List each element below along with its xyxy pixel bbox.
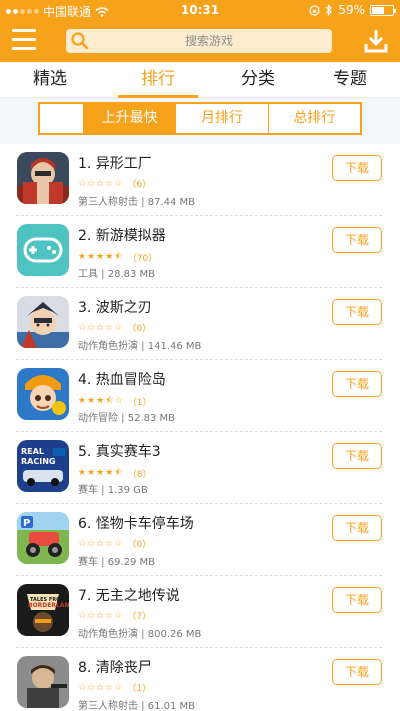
list-item[interactable]: 3. 波斯之刃 ☆☆☆☆☆ （0） 动作角色扮演 | 141.46 MB 下载 xyxy=(0,288,400,360)
list-item[interactable]: 2. 新游模拟器 ★★★★⯪ （70） 工具 | 28.83 MB 下载 xyxy=(0,216,400,288)
tab-topics[interactable]: 专题 xyxy=(300,62,400,98)
svg-text:REAL: REAL xyxy=(21,447,44,456)
app-title[interactable]: 5. 真实赛车3 xyxy=(78,441,161,461)
download-button[interactable]: 下载 xyxy=(332,371,382,397)
stars-glyphs: ★★★★⯪ xyxy=(78,468,124,478)
ranking-subtabs: 上升最快 月排行 总排行 xyxy=(38,102,362,135)
gamepad-icon[interactable] xyxy=(17,224,69,276)
stars-glyphs: ☆☆☆☆☆ xyxy=(78,178,124,189)
rating-count: （1） xyxy=(127,684,152,694)
list-item[interactable]: 1. 异形工厂 ☆☆☆☆☆ （6） 第三人称射击 | 87.44 MB 下载 xyxy=(0,144,400,216)
rating-count: （0） xyxy=(127,540,152,550)
search-input[interactable] xyxy=(66,29,332,53)
list-item[interactable]: 4. 热血冒险岛 ★★★⯪☆ （1） 动作冒险 | 52.83 MB 下载 xyxy=(0,360,400,432)
download-button[interactable]: 下载 xyxy=(332,659,382,685)
download-icon[interactable] xyxy=(364,28,388,54)
rating-count: （0） xyxy=(127,324,152,334)
list-item[interactable]: REAL RACING 5. 真实赛车3 ★★★★⯪ （8） 赛车 | 1.39 GB 下载 xyxy=(0,432,400,504)
bluetooth-icon xyxy=(325,4,333,16)
rating-stars-icon: ☆☆☆☆☆ （6） xyxy=(78,177,152,191)
rating-stars-icon: ★★★★⯪ （8） xyxy=(78,465,152,481)
app-meta: 动作冒险 | 52.83 MB xyxy=(78,413,176,424)
stars-glyphs: ★★★★⯪ xyxy=(78,252,124,262)
app-header xyxy=(0,20,400,62)
rating-count: （6） xyxy=(127,180,152,190)
app-meta: 第三人称射击 | 87.44 MB xyxy=(78,197,196,208)
adventure-island-icon[interactable] xyxy=(17,368,69,420)
rating-stars-icon: ☆☆☆☆☆ （1） xyxy=(78,681,152,695)
download-button[interactable]: 下载 xyxy=(332,299,382,325)
main-tabs: 精选 排行 分类 专题 xyxy=(0,62,400,98)
app-list: 1. 异形工厂 ☆☆☆☆☆ （6） 第三人称射击 | 87.44 MB 下载 2. 新游模… xyxy=(0,144,400,711)
tab-ranking[interactable]: 排行 xyxy=(100,62,216,98)
subtab-monthly[interactable]: 月排行 xyxy=(176,104,269,133)
subtab-spacer xyxy=(40,104,84,133)
app-title[interactable]: 2. 新游模拟器 xyxy=(78,225,166,245)
rating-stars-icon: ★★★⯪☆ （1） xyxy=(78,393,152,409)
svg-text:BORDERLANDS: BORDERLANDS xyxy=(28,602,69,609)
orientation-lock-icon xyxy=(309,4,320,16)
borderlands-icon[interactable]: TALES FROM THEBORDERLANDS xyxy=(17,584,69,636)
app-title[interactable]: 1. 异形工厂 xyxy=(78,153,152,173)
list-item[interactable]: 8. 清除丧尸 ☆☆☆☆☆ （1） 第三人称射击 | 61.01 MB 下载 xyxy=(0,648,400,711)
rating-stars-icon: ★★★★⯪ （70） xyxy=(78,249,157,265)
real-racing-icon[interactable]: REAL RACING xyxy=(17,440,69,492)
stars-glyphs: ☆☆☆☆☆ xyxy=(78,610,124,621)
app-title[interactable]: 3. 波斯之刃 xyxy=(78,297,152,317)
subtab-overall[interactable]: 总排行 xyxy=(269,104,360,133)
zombie-icon[interactable] xyxy=(17,656,69,708)
tab-featured[interactable]: 精选 xyxy=(0,62,100,98)
search-icon xyxy=(71,32,89,50)
rating-count: （1） xyxy=(127,397,152,408)
download-button[interactable]: 下载 xyxy=(332,515,382,541)
app-meta: 第三人称射击 | 61.01 MB xyxy=(78,701,196,711)
list-item[interactable]: TALES FROM THEBORDERLANDS 7. 无主之地传说 ☆☆☆☆☆（… xyxy=(0,576,400,648)
search-bar[interactable] xyxy=(66,29,332,53)
app-meta: 赛车 | 69.29 MB xyxy=(78,557,156,568)
alien-factory-icon[interactable] xyxy=(17,152,69,204)
tab-category[interactable]: 分类 xyxy=(216,62,300,98)
rating-stars-icon: ☆☆☆☆☆ （0） xyxy=(78,321,152,335)
stars-glyphs: ☆☆☆☆☆ xyxy=(78,682,124,693)
subtab-rising[interactable]: 上升最快 xyxy=(84,104,177,133)
app-meta: 动作角色扮演 | 141.46 MB xyxy=(78,341,202,352)
rating-count: （8） xyxy=(127,469,152,480)
list-item[interactable]: P 6. 怪物卡车停车场 ☆☆☆☆☆ （0） 赛车 | 69.29 MB 下载 xyxy=(0,504,400,576)
app-title[interactable]: 7. 无主之地传说 xyxy=(78,585,180,605)
stars-glyphs: ☆☆☆☆☆ xyxy=(78,322,124,333)
svg-text:P: P xyxy=(23,518,30,529)
rating-stars-icon: ☆☆☆☆☆ （0） xyxy=(78,537,152,551)
subtab-bar: 上升最快 月排行 总排行 xyxy=(0,98,400,144)
stars-glyphs: ☆☆☆☆☆ xyxy=(78,538,124,549)
app-title[interactable]: 4. 热血冒险岛 xyxy=(78,369,166,389)
stars-glyphs: ★★★⯪☆ xyxy=(78,396,124,406)
download-button[interactable]: 下载 xyxy=(332,227,382,253)
persian-blade-icon[interactable] xyxy=(17,296,69,348)
app-title[interactable]: 8. 清除丧尸 xyxy=(78,657,152,677)
rating-count: （70） xyxy=(127,253,158,264)
battery-percent: 59% xyxy=(338,3,365,17)
download-button[interactable]: 下载 xyxy=(332,443,382,469)
battery-level xyxy=(372,6,384,14)
app-meta: 工具 | 28.83 MB xyxy=(78,269,156,280)
monster-truck-icon[interactable]: P xyxy=(17,512,69,564)
menu-icon[interactable] xyxy=(12,29,36,51)
download-button[interactable]: 下载 xyxy=(332,155,382,181)
app-title[interactable]: 6. 怪物卡车停车场 xyxy=(78,513,194,533)
svg-text:RACING: RACING xyxy=(21,457,55,466)
rating-count: （7） xyxy=(127,612,152,622)
app-meta: 动作角色扮演 | 800.26 MB xyxy=(78,629,202,640)
rating-stars-icon: ☆☆☆☆☆ （7） xyxy=(78,609,152,623)
app-meta: 赛车 | 1.39 GB xyxy=(78,485,148,496)
status-bar: 中国联通 10:31 59% xyxy=(0,0,400,20)
battery-icon xyxy=(370,4,396,16)
download-button[interactable]: 下载 xyxy=(332,587,382,613)
